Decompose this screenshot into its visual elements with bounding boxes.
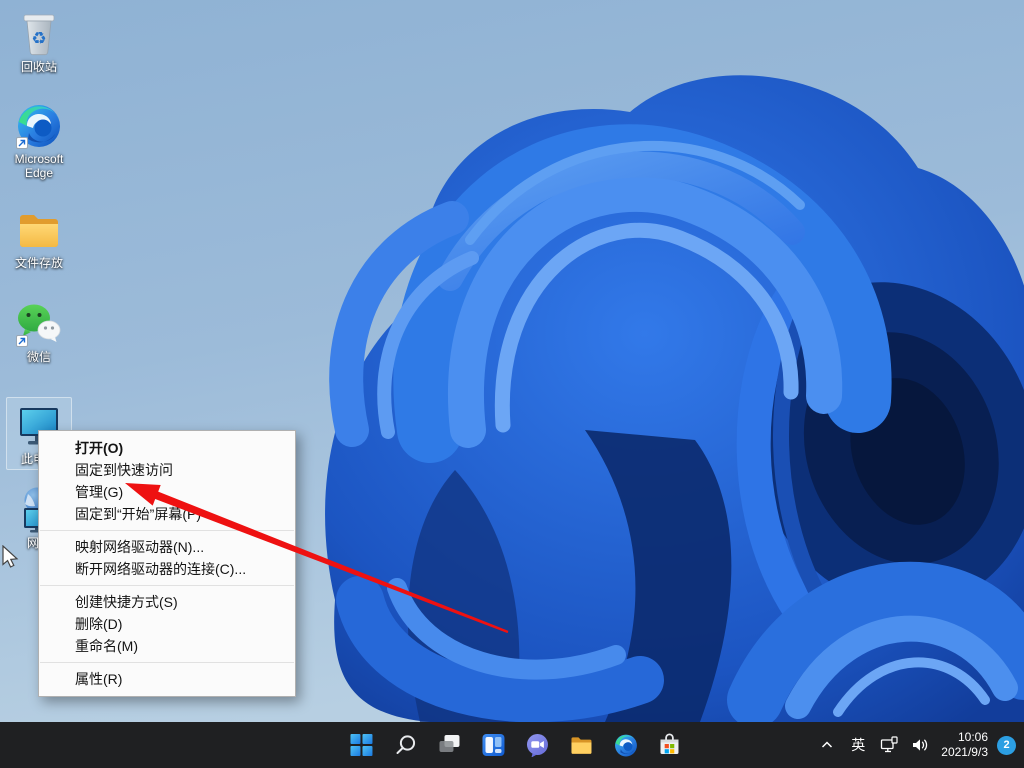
shortcut-arrow-icon — [16, 137, 28, 149]
desktop-icon-wechat[interactable]: 微信 — [6, 300, 72, 364]
menu-separator — [40, 585, 294, 586]
speaker-icon — [911, 736, 929, 754]
menu-separator — [40, 662, 294, 663]
taskbar-search-button[interactable] — [385, 725, 425, 765]
taskbar-task-view-button[interactable] — [429, 725, 469, 765]
tray-date: 2021/9/3 — [941, 745, 988, 760]
tray-time: 10:06 — [941, 730, 988, 745]
tray-clock[interactable]: 10:06 2021/9/3 — [939, 730, 990, 760]
menu-item-open[interactable]: 打开(O) — [39, 437, 295, 459]
menu-item-pin-to-start[interactable]: 固定到“开始”屏幕(P) — [39, 503, 295, 525]
system-tray: 英 10:06 2021/9/3 2 — [815, 722, 1016, 768]
tray-ime-indicator[interactable]: 英 — [846, 729, 870, 761]
task-view-icon — [437, 733, 461, 757]
context-menu: 打开(O) 固定到快速访问 管理(G) 固定到“开始”屏幕(P) 映射网络驱动器… — [38, 430, 296, 697]
desktop-icon-label: Microsoft Edge — [6, 152, 72, 180]
desktop-icon-label: 微信 — [6, 350, 72, 364]
menu-item-map-network-drive[interactable]: 映射网络驱动器(N)... — [39, 536, 295, 558]
taskbar: 英 10:06 2021/9/3 2 — [0, 722, 1024, 768]
tray-volume-icon[interactable] — [908, 729, 932, 761]
tray-notification-badge[interactable]: 2 — [997, 736, 1016, 755]
menu-item-disconnect-network-drive[interactable]: 断开网络驱动器的连接(C)... — [39, 558, 295, 580]
windows-logo-icon — [350, 734, 372, 756]
taskbar-chat-button[interactable] — [517, 725, 557, 765]
menu-item-create-shortcut[interactable]: 创建快捷方式(S) — [39, 591, 295, 613]
taskbar-file-explorer-button[interactable] — [561, 725, 601, 765]
desktop-icon-recycle-bin[interactable]: ♻ 回收站 — [6, 10, 72, 74]
search-icon — [393, 733, 417, 757]
recycle-bin-icon: ♻ — [15, 10, 63, 58]
menu-item-properties[interactable]: 属性(R) — [39, 668, 295, 690]
tray-chevron-up-button[interactable] — [815, 729, 839, 761]
menu-item-rename[interactable]: 重命名(M) — [39, 635, 295, 657]
svg-text:♻: ♻ — [31, 29, 46, 48]
edge-icon — [15, 102, 63, 150]
screen: ♻ 回收站 — [0, 0, 1024, 768]
widgets-icon — [481, 733, 505, 757]
menu-item-delete[interactable]: 删除(D) — [39, 613, 295, 635]
menu-separator — [40, 530, 294, 531]
folder-icon — [15, 206, 63, 254]
chat-icon — [525, 733, 549, 757]
shortcut-arrow-icon — [16, 335, 28, 347]
chevron-up-icon — [820, 738, 834, 752]
menu-item-pin-quick-access[interactable]: 固定到快速访问 — [39, 459, 295, 481]
tray-network-icon[interactable] — [877, 729, 901, 761]
taskbar-center — [341, 725, 689, 765]
desktop-icon-label: 文件存放 — [6, 256, 72, 270]
desktop-icon-edge[interactable]: Microsoft Edge — [6, 102, 72, 180]
store-icon — [657, 733, 681, 757]
menu-item-manage[interactable]: 管理(G) — [39, 481, 295, 503]
taskbar-widgets-button[interactable] — [473, 725, 513, 765]
file-explorer-icon — [569, 733, 593, 757]
desktop[interactable]: ♻ 回收站 — [0, 0, 1024, 722]
ethernet-icon — [880, 736, 898, 754]
wechat-icon — [15, 300, 63, 348]
edge-icon — [613, 733, 638, 758]
desktop-icon-label: 回收站 — [6, 60, 72, 74]
desktop-icon-folder[interactable]: 文件存放 — [6, 206, 72, 270]
taskbar-store-button[interactable] — [649, 725, 689, 765]
taskbar-edge-button[interactable] — [605, 725, 645, 765]
taskbar-start-button[interactable] — [341, 725, 381, 765]
